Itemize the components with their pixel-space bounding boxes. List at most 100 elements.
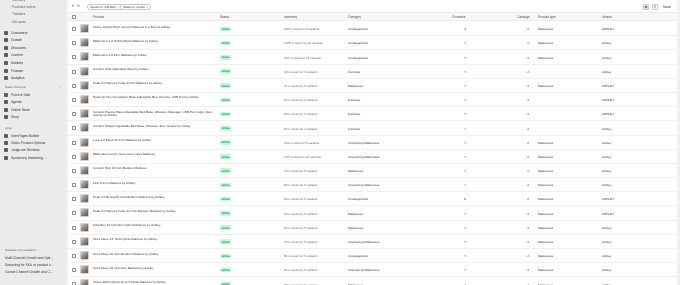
row-checkbox[interactable] <box>72 239 76 244</box>
sidebar-item[interactable]: Synchrony Marketing ... <box>0 154 64 161</box>
clear-filters-icon[interactable]: ↻ <box>77 3 80 9</box>
column-header-channels[interactable]: Channels <box>452 15 465 19</box>
table-row[interactable]: Peak 2.0 Memory Foam 8 Inch Mattress by … <box>68 79 677 93</box>
row-checkbox[interactable] <box>72 55 76 60</box>
column-header-inventory[interactable]: Inventory <box>284 15 297 19</box>
sidebar-item[interactable]: Agents <box>0 99 64 106</box>
column-header-product[interactable]: Product <box>93 15 104 19</box>
sidebar-item[interactable]: Discounts <box>0 44 64 51</box>
row-checkbox[interactable] <box>72 197 76 202</box>
sidebar-item[interactable]: Content <box>0 52 64 59</box>
table-row[interactable]: Millennium Luxury Gel Luxury Latex Mattr… <box>68 150 677 164</box>
row-checkbox[interactable] <box>72 154 76 159</box>
search-icon[interactable]: ⚲ <box>652 3 658 10</box>
apps-heading[interactable]: Apps <box>5 125 12 131</box>
table-row[interactable]: Ultra Boy 12 Inch Firm Hybrid Mattress b… <box>68 221 677 235</box>
conversation-item[interactable]: Multi-Channel Growth and Opti... <box>5 254 53 261</box>
table-row[interactable]: Comfort Premier Base Adjustable Bed Base… <box>68 107 677 122</box>
row-checkbox[interactable] <box>72 69 76 74</box>
row-checkbox[interactable] <box>72 126 76 131</box>
save-button[interactable]: Save <box>663 3 671 10</box>
sidebar-subitem[interactable]: Transfers <box>12 11 25 17</box>
product-name[interactable]: Peak 2.0 Memory Foam 10 Inch Medium Matt… <box>93 209 218 214</box>
product-name[interactable]: Peak 2.0 Bonnell 8 Inch Medium Mattress … <box>93 195 218 200</box>
table-row[interactable]: Millennium 2.0 Hybrid Plush Mattress by … <box>68 36 677 51</box>
table-row[interactable]: Head Up Tiny Foundation Base Adjustable … <box>68 93 677 108</box>
remove-status-filter-icon[interactable]: × <box>146 5 148 9</box>
row-checkbox[interactable] <box>72 140 76 145</box>
product-name[interactable]: Ultra Boy 12 Inch Firm Hybrid Mattress b… <box>93 224 218 228</box>
product-name[interactable]: Millennium Luxury Gel Luxury Latex Mattr… <box>93 153 218 157</box>
sidebar-item[interactable]: Point of Sale <box>0 91 64 98</box>
sidebar-item[interactable]: Growth <box>0 37 64 44</box>
row-checkbox[interactable] <box>72 112 76 117</box>
vendor-filter-chip[interactable]: Vendor is ASHLEY × <box>87 3 123 10</box>
table-row[interactable]: Terra Sleep 14" Soft Hybrid Mattress by … <box>68 235 677 249</box>
product-name[interactable]: Firm 8 Inch Mattress by Ashley <box>93 181 218 186</box>
sidebar-item-label: GemPages Builder <box>11 133 40 138</box>
product-name[interactable]: Comfort Ultra Adjustable Base by Ashley <box>93 67 218 72</box>
sidebar-item[interactable]: Shop <box>0 114 64 121</box>
row-checkbox[interactable] <box>72 97 76 102</box>
product-name[interactable]: Terra Sleep 10 Inch Medium Mattress by A… <box>93 252 218 257</box>
table-row[interactable]: Comfort Classic Adjustable Bed Base, Wir… <box>68 121 677 136</box>
product-name[interactable]: Luxe 2.0 Plush 16 Inch Mattress by Ashle… <box>93 138 218 143</box>
product-name[interactable]: Comfort Premier Base Adjustable Bed Base… <box>93 110 218 118</box>
table-row[interactable]: Chime Hybrid Plush 12 Inch Mattress in a… <box>68 22 677 37</box>
column-header-product-type[interactable]: Product type <box>538 15 556 19</box>
sidebar-item[interactable]: Globo Product Options <box>0 139 64 146</box>
table-row[interactable]: Firm 8 Inch Mattress by Ashley Active 89 i… <box>68 178 677 193</box>
column-header-category[interactable]: Category <box>348 15 361 19</box>
row-checkbox[interactable] <box>72 183 76 188</box>
conversation-item[interactable]: Searching for SKU or product c... <box>5 261 53 268</box>
column-header-catalogs[interactable]: Catalogs <box>517 15 530 19</box>
filter-icon[interactable]: ≡ <box>72 3 74 9</box>
select-all-checkbox[interactable] <box>72 15 76 19</box>
chevron-right-icon[interactable]: › <box>59 85 60 89</box>
column-header-status[interactable]: Status <box>220 15 229 19</box>
product-name[interactable]: Peak 2.0 Memory Foam 8 Inch Mattress by … <box>93 82 218 86</box>
product-name[interactable]: Terra Sleep 14" Soft Hybrid Mattress by … <box>93 238 218 242</box>
sidebar-subitem[interactable]: Gift cards <box>12 19 26 25</box>
sidebar-subitem[interactable]: Inventory <box>12 0 25 3</box>
table-row[interactable]: Peak 2.0 Memory Foam 10 Inch Medium Matt… <box>68 206 677 221</box>
sidebar-item[interactable]: Customers <box>0 29 64 36</box>
row-checkbox[interactable] <box>72 41 76 46</box>
table-row[interactable]: Terra Sleep 10 Inch Medium Mattress by A… <box>68 249 677 264</box>
sidebar-item[interactable]: Online Store <box>0 106 64 113</box>
product-name[interactable]: Head Up Tiny Foundation Base Adjustable … <box>93 96 218 100</box>
sidebar-item[interactable]: Markets <box>0 59 64 66</box>
product-name[interactable]: Chime 2024 Hybrid 12 Inch Plush Mattress… <box>93 280 218 285</box>
table-row[interactable]: Millennium 2.0 Firm Mattress by Ashley Ac… <box>68 50 677 65</box>
product-name[interactable]: Millennium 2.0 Hybrid Plush Mattress by … <box>93 39 218 44</box>
row-checkbox[interactable] <box>72 254 76 258</box>
product-name[interactable]: Millennium 2.0 Firm Mattress by Ashley <box>93 53 218 58</box>
row-checkbox[interactable] <box>72 268 76 273</box>
status-filter-chip[interactable]: Status is Active × <box>120 3 152 10</box>
row-checkbox[interactable] <box>72 211 76 216</box>
table-row[interactable]: Terra Sleep 10 Inch Firm Mattress by Ash… <box>68 263 677 278</box>
column-header-vendor[interactable]: Vendor <box>602 15 612 19</box>
row-checkbox[interactable] <box>72 168 76 173</box>
sales-channels-heading[interactable]: Sales channels <box>5 84 26 90</box>
row-checkbox[interactable] <box>72 225 76 230</box>
row-checkbox[interactable] <box>72 83 76 88</box>
product-name[interactable]: Terra Sleep 10 Inch Firm Mattress by Ash… <box>93 266 218 271</box>
table-row[interactable]: Comfort Plus 10 Inch Medium Mattress Acti… <box>68 164 677 179</box>
table-row[interactable]: Luxe 2.0 Plush 16 Inch Mattress by Ashle… <box>68 136 677 150</box>
conversation-item[interactable]: Conset Channel Growth and C... <box>5 269 53 276</box>
sidebar-item[interactable]: GemPages Builder <box>0 132 64 139</box>
product-name[interactable]: Comfort Plus 10 Inch Medium Mattress <box>93 167 218 171</box>
sidebar-subitem[interactable]: Purchase orders <box>12 4 35 10</box>
sidekick-conversations-heading[interactable]: Sidekick conversations <box>5 247 36 253</box>
columns-icon[interactable]: ▦ <box>643 3 649 10</box>
row-checkbox[interactable] <box>72 27 76 31</box>
table-row[interactable]: Chime 2024 Hybrid 12 Inch Plush Mattress… <box>68 277 677 285</box>
table-row[interactable]: Peak 2.0 Bonnell 8 Inch Medium Mattress … <box>68 192 677 207</box>
product-name[interactable]: Chime Hybrid Plush 12 Inch Mattress in a… <box>93 25 218 30</box>
table-row[interactable]: Comfort Ultra Adjustable Base by Ashley A… <box>68 65 677 79</box>
sidebar-item[interactable]: Analytics <box>0 75 64 82</box>
sidebar-item[interactable]: Judge.me Reviews <box>0 147 64 154</box>
sidebar-item[interactable]: Finance <box>0 67 64 74</box>
product-name[interactable]: Comfort Classic Adjustable Bed Base, Wir… <box>93 124 218 129</box>
